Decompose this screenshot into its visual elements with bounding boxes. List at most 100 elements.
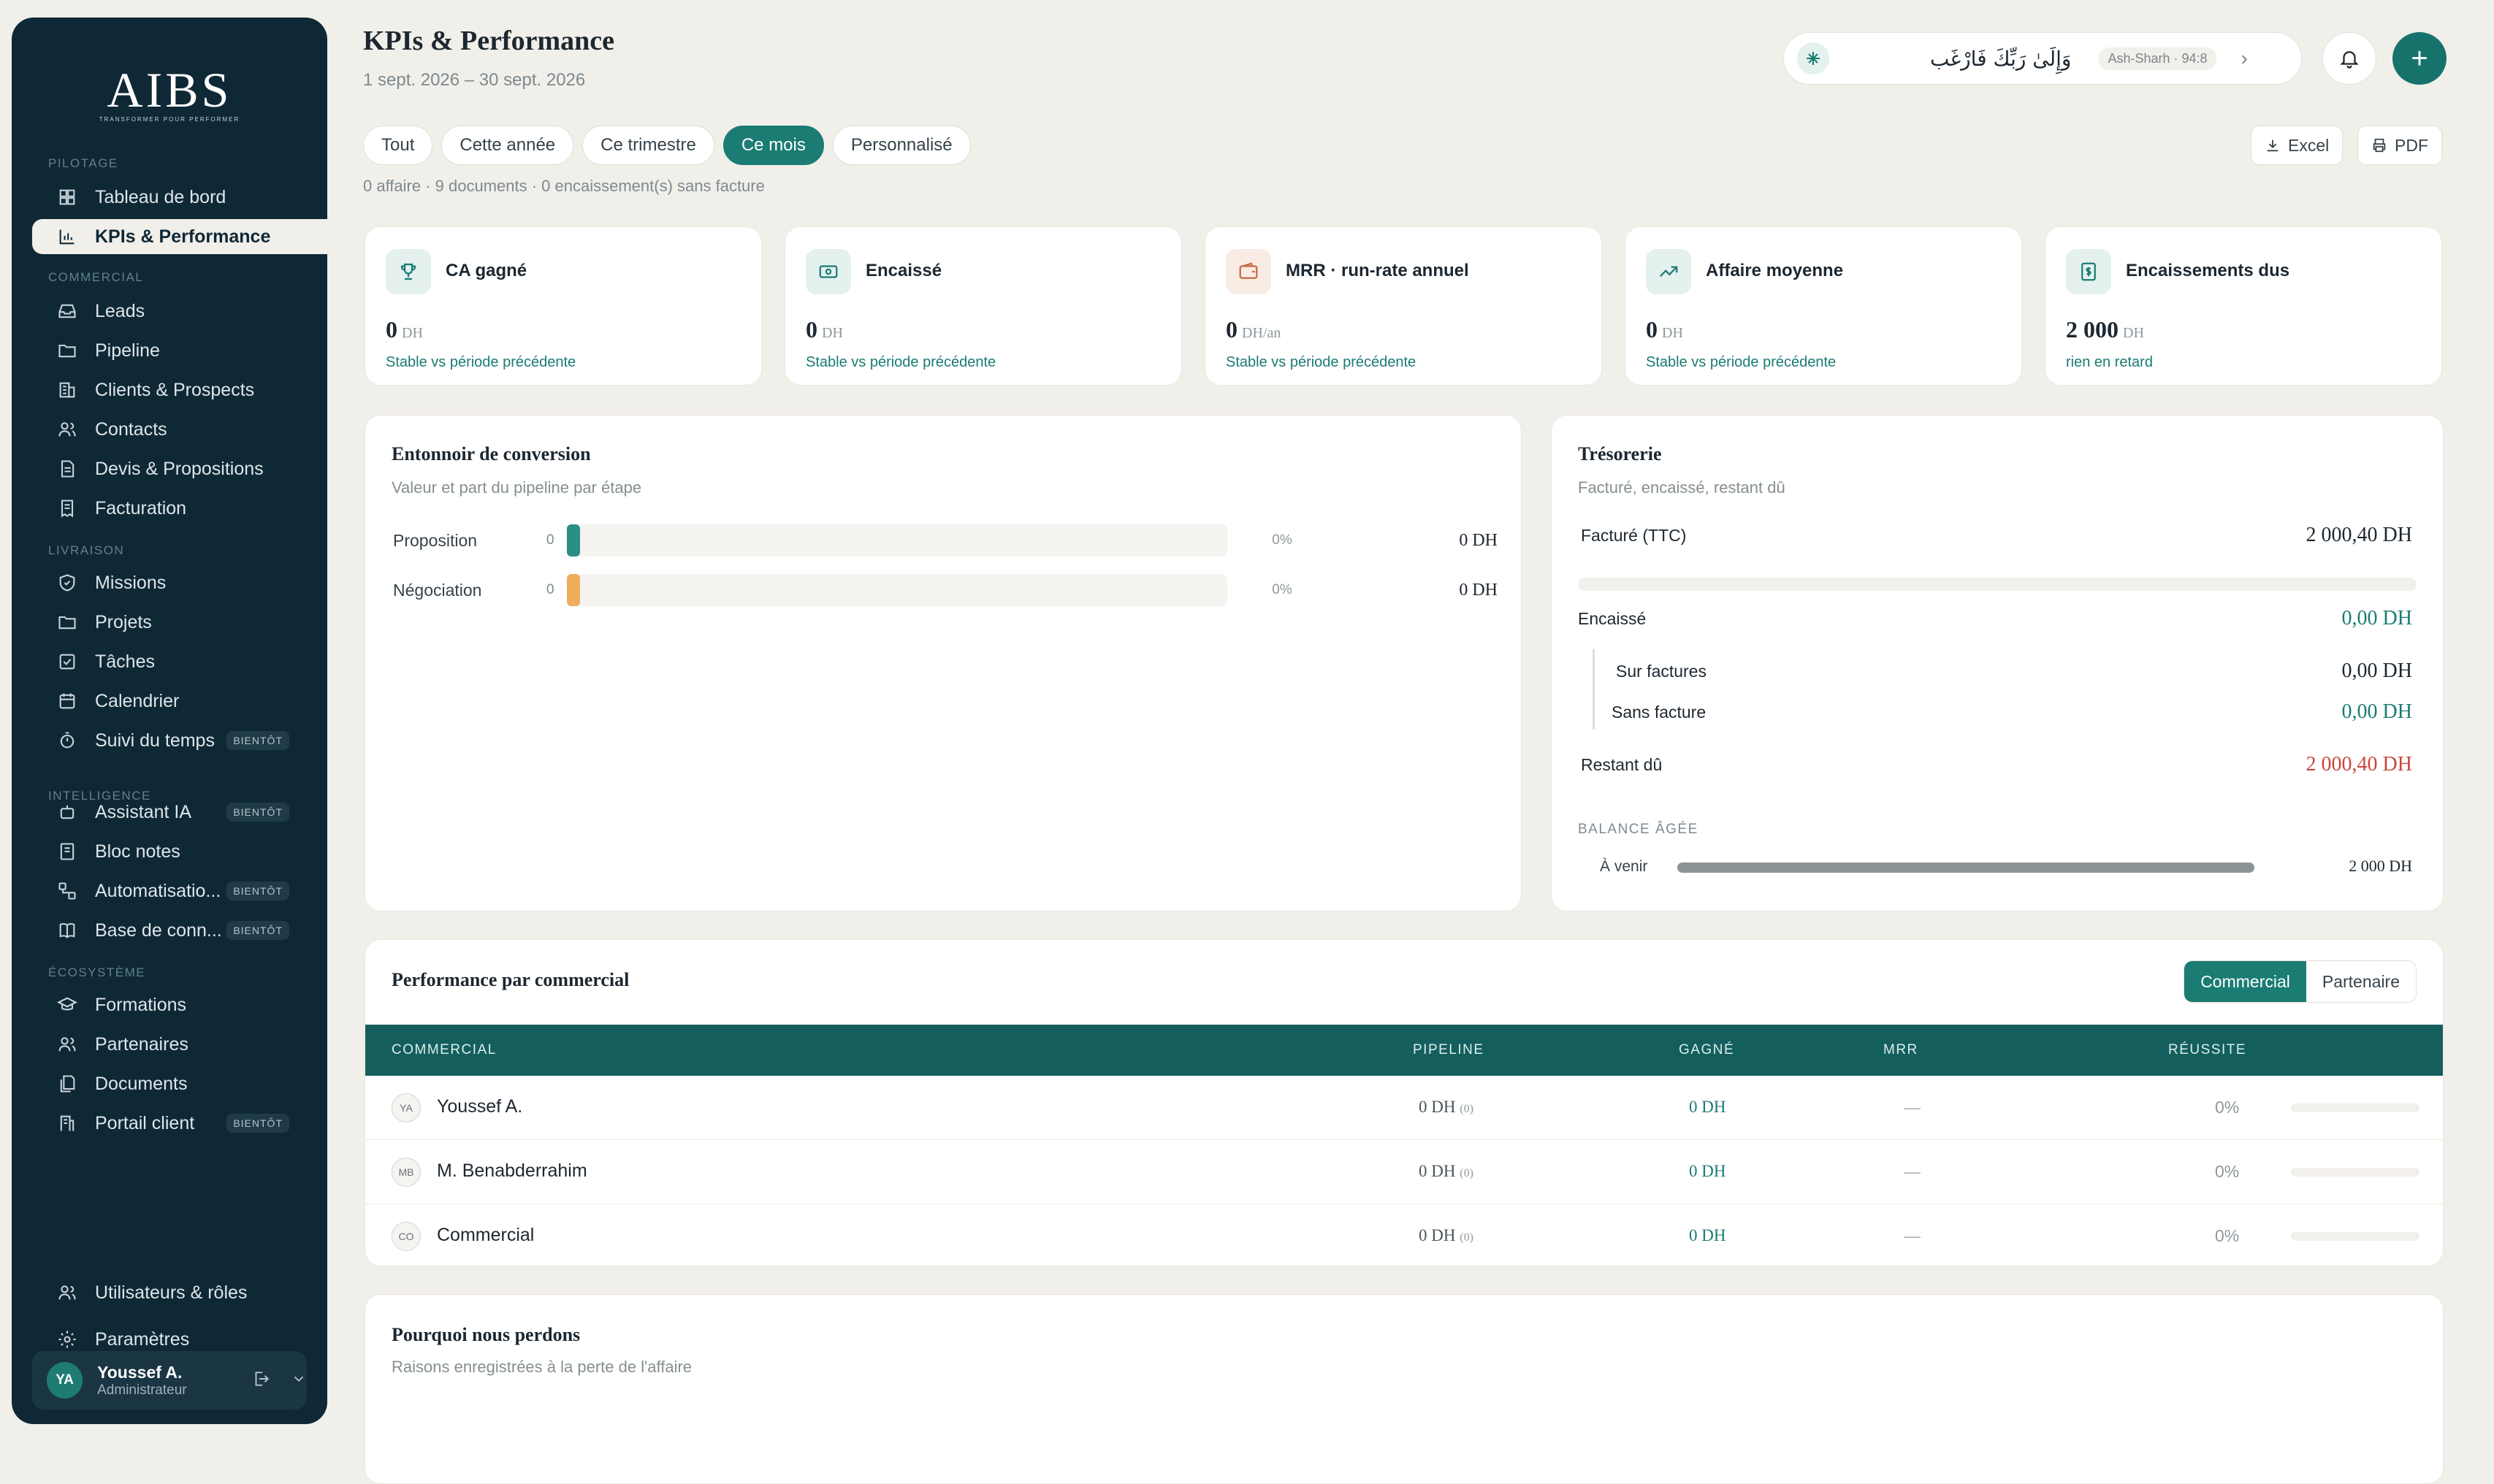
column-success[interactable]: RÉUSSITE [2168,1042,2246,1058]
export-pdf-button[interactable]: PDF [2357,126,2442,165]
building-icon [57,380,77,400]
section-label: PILOTAGE [48,156,118,170]
sidebar-item[interactable]: KPIs & Performance [32,219,327,254]
losses-card: Pourquoi nous perdons Raisons enregistré… [365,1294,2444,1484]
sidebar-item[interactable]: Bloc notes [32,834,327,869]
sidebar-item[interactable]: Automatisatio... BIENTÔT [32,873,327,909]
kpi-value-wrap: 0 DH [386,316,423,343]
users-icon [57,1282,77,1303]
column-mrr[interactable]: MRR [1883,1042,1918,1058]
chevron-down-icon[interactable] [291,1371,307,1391]
logout-icon[interactable] [251,1369,270,1392]
printer-icon [2373,138,2386,153]
sidebar-item[interactable]: Portail client BIENTÔT [32,1106,327,1141]
funnel-bar [567,524,580,556]
treasury-title: Trésorerie [1578,443,1662,464]
notebook-icon [57,841,77,862]
section-label: COMMERCIAL [48,270,144,284]
sidebar-item-label: Suivi du temps [95,730,215,751]
pipeline-count: (0) [1460,1167,1473,1179]
export-excel-button[interactable]: Excel [2251,126,2344,165]
sidebar-item[interactable]: Formations [32,987,327,1022]
sidebar-item[interactable]: Documents [32,1066,327,1101]
date-range: 1 sept. 2026 – 30 sept. 2026 [363,70,586,90]
commercial-name: Youssef A. [437,1096,523,1117]
losses-title: Pourquoi nous perdons [392,1324,581,1345]
pipeline-value: 0 DH [1419,1226,1456,1244]
sidebar-item[interactable]: Clients & Prospects [32,372,327,408]
pipeline-cell: 0 DH (0) [1419,1098,1473,1117]
table-row[interactable]: MB M. Benabderrahim 0 DH (0) 0 DH —0% [365,1140,2443,1204]
sidebar-item[interactable]: Partenaires [32,1027,327,1062]
sidebar-item[interactable]: Missions [32,565,327,600]
aging-bar [1677,863,2254,873]
soon-badge: BIENTÔT [226,731,289,750]
collected-breakdown-divider [1593,649,1595,730]
sidebar-item[interactable]: Contacts [32,412,327,447]
kpi-title: Affaire moyenne [1706,261,1844,280]
sidebar-item[interactable]: Suivi du temps BIENTÔT [32,723,327,758]
due-label: Restant dû [1581,754,1663,774]
bot-icon [57,802,77,822]
verse-widget[interactable]: وَإِلَىٰ رَبِّكَ فَارْغَب Ash-Sharh · 94… [1783,32,2302,85]
sidebar-item[interactable]: Utilisateurs & rôles [32,1275,327,1310]
sidebar-item[interactable]: Assistant IA BIENTÔT [32,795,327,830]
sidebar: AIBS TRANSFORMER POUR PERFORMER PILOTAGE… [12,18,327,1424]
filter-pill[interactable]: Cette année [441,126,574,165]
notifications-button[interactable] [2322,32,2376,85]
column-won[interactable]: GAGNÉ [1679,1042,1734,1058]
sidebar-item[interactable]: Tâches [32,644,327,679]
sidebar-item-label: Utilisateurs & rôles [95,1282,248,1303]
section-label: LIVRAISON [48,543,125,557]
performance-title: Performance par commercial [392,969,630,990]
section-label: ÉCOSYSTÈME [48,965,146,979]
funnel-bar [567,574,580,606]
sidebar-item-label: Tableau de bord [95,186,226,207]
table-row[interactable]: CO Commercial 0 DH (0) 0 DH —0% [365,1204,2443,1266]
column-commercial[interactable]: COMMERCIAL [392,1042,497,1058]
won-value: 0 DH [1689,1098,1726,1116]
filter-pill[interactable]: Ce mois [722,126,824,165]
kpi-title: CA gagné [446,261,527,280]
due-row: Restant dû 2 000,40 DH [1581,753,2412,776]
wallet-icon [1226,249,1271,294]
users-icon [57,419,77,440]
mrr-value: — [1904,1162,1921,1181]
sidebar-item-label: KPIs & Performance [95,226,271,247]
chevron-right-icon[interactable]: › [2241,47,2248,70]
funnel-stage: Proposition [393,530,478,550]
toggle-commercial[interactable]: Commercial [2184,961,2306,1002]
funnel-percent: 0% [1272,532,1292,548]
sidebar-item[interactable]: Base de conn... BIENTÔT [32,913,327,948]
aging-row-label: À venir [1600,858,1648,875]
filter-pill[interactable]: Personnalisé [832,126,971,165]
user-role: Administrateur [97,1382,187,1398]
checkbox-icon [57,651,77,672]
funnel-stage: Négociation [393,580,482,600]
book-icon [57,920,77,941]
funnel-row: Négociation 0 0% 0 DH [393,573,1533,607]
pipeline-value: 0 DH [1419,1098,1456,1116]
kpi-unit: DH [2123,325,2144,341]
column-pipeline[interactable]: PIPELINE [1413,1042,1484,1058]
sidebar-item[interactable]: Tableau de bord [32,180,327,215]
kpi-value: 0 [1646,316,1658,343]
toggle-partner[interactable]: Partenaire [2306,961,2416,1002]
treasury-card: Trésorerie Facturé, encaissé, restant dû… [1551,415,2444,911]
performance-card: Performance par commercial Commercial Pa… [365,939,2444,1266]
add-button[interactable]: + [2392,32,2447,85]
sidebar-item[interactable]: Devis & Propositions [32,451,327,486]
sidebar-item[interactable]: Calendrier [32,684,327,719]
brand-logo: AIBS TRANSFORMER POUR PERFORMER [12,61,327,123]
user-card[interactable]: YA Youssef A. Administrateur [32,1351,307,1410]
sidebar-item[interactable]: Leads [32,294,327,329]
funnel-title: Entonnoir de conversion [392,443,591,464]
table-row[interactable]: YA Youssef A. 0 DH (0) 0 DH —0% [365,1076,2443,1140]
filter-pill[interactable]: Tout [363,126,433,165]
dollar-doc-icon [2066,249,2111,294]
sidebar-item[interactable]: Projets [32,605,327,640]
sidebar-item[interactable]: Pipeline [32,333,327,368]
filter-pill[interactable]: Ce trimestre [582,126,714,165]
success-bar [2291,1232,2419,1241]
sidebar-item[interactable]: Facturation [32,491,327,526]
